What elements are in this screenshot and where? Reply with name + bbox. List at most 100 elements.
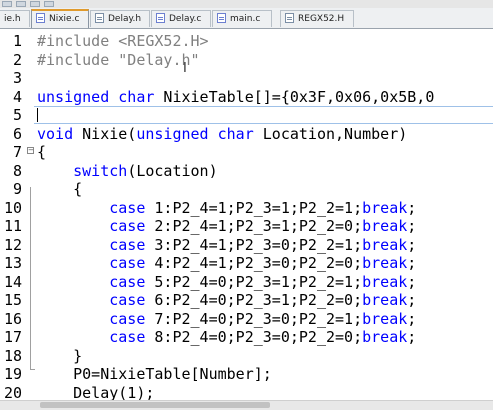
editor-tab-bar: ie.h Nixie.c Delay.h Delay.c main.c REGX… <box>0 8 493 29</box>
tab-regx52-h[interactable]: REGX52.H <box>280 10 354 27</box>
line-number: 1 <box>12 32 22 50</box>
code-token: Nixie( <box>73 124 137 143</box>
code-line[interactable]: 11 case 2:P2_4=1;P2_3=1;P2_2=0;break; <box>0 217 493 236</box>
line-number: 15 <box>3 291 22 309</box>
code-line[interactable]: 1 #include <REGX52.H> <box>0 32 493 51</box>
keyword-token: break <box>362 254 408 272</box>
tab-label: ie.h <box>4 14 21 24</box>
line-number: 12 <box>3 235 22 254</box>
code-line[interactable]: 20 Delay(1); <box>0 384 493 401</box>
code-line[interactable]: 12 case 3:P2_4=1;P2_3=0;P2_2=1;break; <box>0 236 493 255</box>
code-text: { <box>37 180 82 199</box>
tab-label: Delay.h <box>108 14 142 24</box>
code-line[interactable]: 17 case 8:P2_4=0;P2_3=0;P2_2=0;break; <box>0 328 493 347</box>
code-token: 4:P2_4=1;P2_3=0;P2_2=0; <box>145 254 363 272</box>
keyword-token: case <box>109 272 146 291</box>
code-line[interactable]: 6 void Nixie(unsigned char Location,Numbe… <box>0 125 493 144</box>
line-number: 2 <box>12 50 22 69</box>
code-text: case 2:P2_4=1;P2_3=1;P2_2=0;break; <box>37 217 416 236</box>
scrollbar-thumb[interactable] <box>40 402 270 408</box>
code-token: } <box>37 346 83 365</box>
keyword-token: unsigned char <box>37 87 155 106</box>
line-number: 11 <box>3 217 22 235</box>
tab-main-c[interactable]: main.c <box>212 10 272 27</box>
code-text: Delay(1); <box>37 384 154 401</box>
keyword-token: switch <box>73 161 128 180</box>
i-beam-cursor-icon: I <box>183 61 187 76</box>
preprocessor-token: #include <REGX52.H> <box>37 32 209 50</box>
code-token: { <box>37 180 83 198</box>
line-number: 9 <box>12 180 22 198</box>
code-line[interactable]: 14 case 5:P2_4=0;P2_3=1;P2_2=1;break; <box>0 273 493 292</box>
keyword-token: case <box>109 328 146 346</box>
tab-label: Delay.c <box>169 14 202 24</box>
tab-nixie-c[interactable]: Nixie.c <box>31 9 89 28</box>
keyword-token: void <box>37 124 74 143</box>
code-token: 7:P2_4=0;P2_3=0;P2_2=1; <box>145 309 363 328</box>
line-number: 20 <box>3 383 22 401</box>
header-file-icon <box>95 13 104 23</box>
keyword-token: case <box>109 198 146 217</box>
line-number: 13 <box>3 254 22 272</box>
code-text: P0=NixieTable[Number]; <box>37 365 272 384</box>
code-line[interactable]: 13 case 4:P2_4=1;P2_3=0;P2_2=0;break; <box>0 254 493 273</box>
code-line[interactable]: 7−{ <box>0 143 493 162</box>
line-number: 8 <box>12 161 22 180</box>
code-line[interactable]: 18 } <box>0 347 493 366</box>
keyword-token: break <box>362 328 408 346</box>
keyword-token: unsigned char <box>136 124 254 143</box>
code-line[interactable]: 8 switch(Location) <box>0 162 493 181</box>
keyword-token: case <box>109 254 146 272</box>
code-text: void Nixie(unsigned char Location,Number… <box>37 125 407 144</box>
tab-nixie-h[interactable]: ie.h <box>0 10 30 27</box>
code-token: 3:P2_4=1;P2_3=0;P2_2=1; <box>145 235 363 254</box>
c-file-icon <box>156 13 165 23</box>
code-text: } <box>37 347 82 366</box>
code-token: ; <box>407 254 417 272</box>
line-number: 16 <box>3 309 22 328</box>
code-token: { <box>37 143 47 161</box>
code-token: (Location) <box>127 161 218 180</box>
code-editor[interactable]: 1 #include <REGX52.H> 2 #include "Delay.h" 3… <box>0 29 493 400</box>
code-token: NixieTable[]={0x3F,0x06,0x5B,0 <box>154 87 435 106</box>
tab-delay-h[interactable]: Delay.h <box>90 10 150 27</box>
code-token: Location,Number) <box>253 124 408 143</box>
code-token: 5:P2_4=0;P2_3=1;P2_2=1; <box>145 272 363 291</box>
code-line[interactable]: 2 #include "Delay.h" <box>0 51 493 70</box>
line-number: 5 <box>12 106 22 124</box>
c-file-icon <box>217 13 226 23</box>
tab-label: REGX52.H <box>298 14 345 24</box>
code-line[interactable]: 5 <box>0 106 493 125</box>
code-token: 1:P2_4=1;P2_3=1;P2_2=1; <box>145 198 363 217</box>
current-line-highlight <box>34 106 493 124</box>
code-line[interactable]: 4 unsigned char NixieTable[]={0x3F,0x06,0… <box>0 88 493 107</box>
keyword-token: break <box>362 217 408 235</box>
keyword-token: break <box>362 272 408 291</box>
line-number: 18 <box>3 346 22 365</box>
code-text: #include "Delay.h" <box>37 51 200 70</box>
code-line[interactable]: 19 P0=NixieTable[Number]; <box>0 365 493 384</box>
code-line[interactable]: 16 case 7:P2_4=0;P2_3=0;P2_2=1;break; <box>0 310 493 329</box>
code-text: switch(Location) <box>37 162 218 181</box>
toolbar-button[interactable] <box>30 1 40 7</box>
keyword-token: break <box>362 291 408 309</box>
tab-label: Nixie.c <box>49 14 80 24</box>
preprocessor-token: #include "Delay.h" <box>37 50 200 69</box>
keyword-token: break <box>362 198 408 217</box>
toolbar-button[interactable] <box>44 1 54 7</box>
code-line[interactable]: 15 case 6:P2_4=0;P2_3=1;P2_2=0;break; <box>0 291 493 310</box>
code-line[interactable]: 10 case 1:P2_4=1;P2_3=1;P2_2=1;break; <box>0 199 493 218</box>
code-line[interactable]: 3 <box>0 69 493 88</box>
code-line[interactable]: 9 { <box>0 180 493 199</box>
tab-delay-c[interactable]: Delay.c <box>151 10 211 27</box>
toolbar-button[interactable] <box>16 1 26 7</box>
toolbar-button[interactable] <box>2 1 12 7</box>
fold-minus-icon[interactable]: − <box>27 147 34 154</box>
code-text: #include <REGX52.H> <box>37 32 209 51</box>
